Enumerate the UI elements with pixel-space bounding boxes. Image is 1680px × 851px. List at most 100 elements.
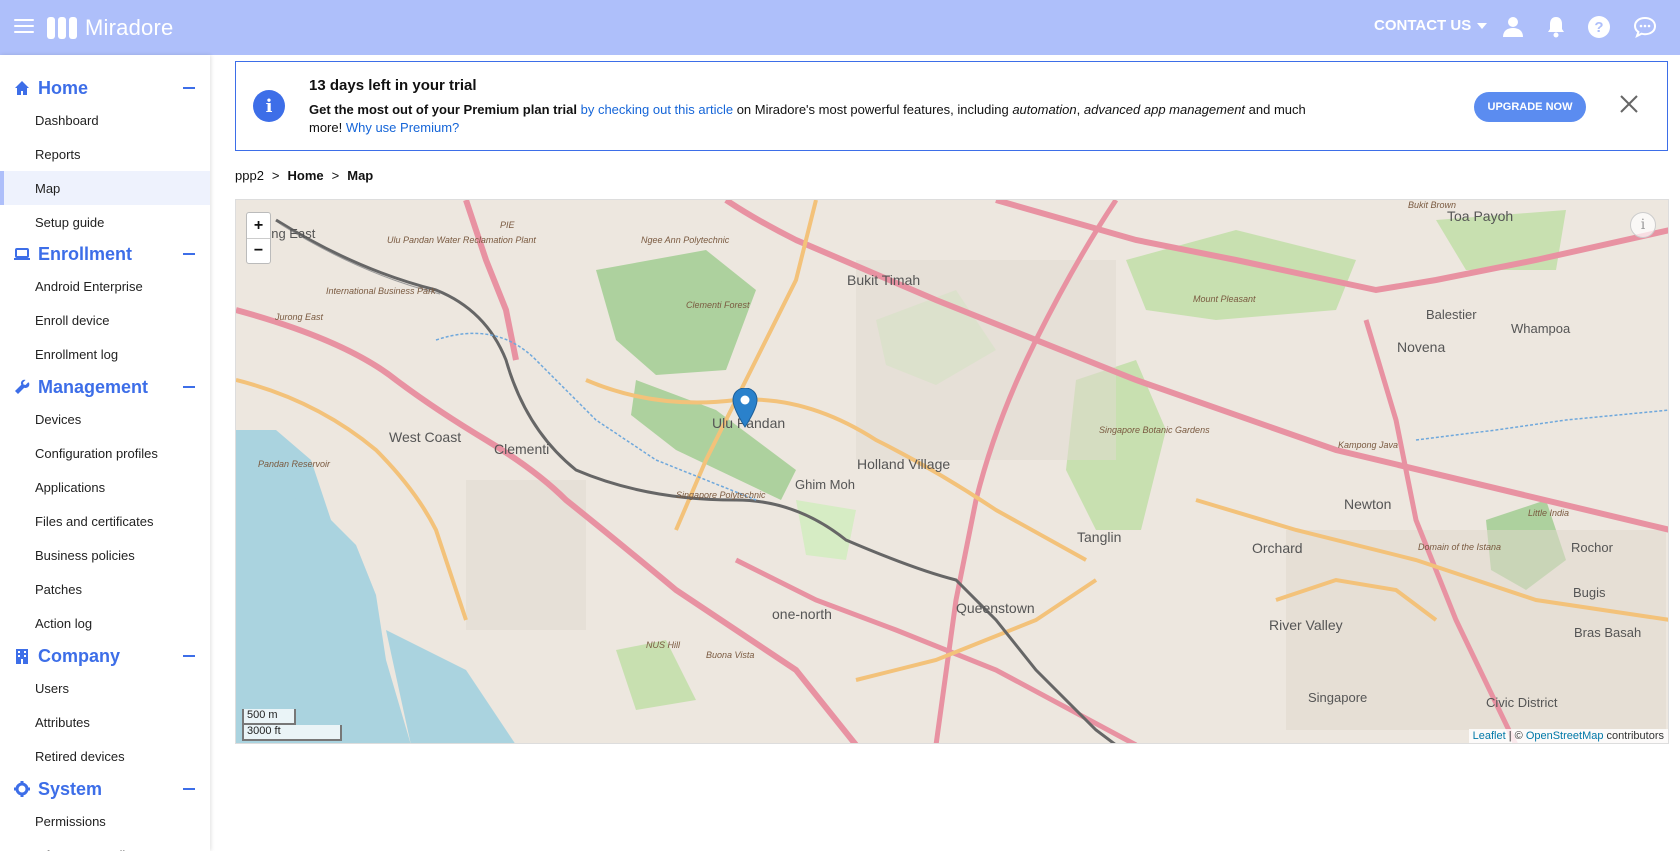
zoom-in-button[interactable]: + [247,213,270,238]
map-attribution: Leaflet | © OpenStreetMap contributors [1468,729,1668,743]
location-pin-icon[interactable] [732,388,758,428]
sidebar-section-system: System Permissions Infrastructure diagra… [0,774,210,851]
map-label: Kampong Java [1338,440,1399,450]
zoom-out-button[interactable]: − [247,238,270,263]
sidebar-item-android-enterprise[interactable]: Android Enterprise [0,269,210,303]
map-label: Queenstown [956,600,1035,616]
breadcrumb: ppp2 > Home > Map [235,168,373,183]
breadcrumb-home[interactable]: Home [288,168,324,183]
trial-banner: i 13 days left in your trial Get the mos… [235,61,1668,151]
sidebar-item-devices[interactable]: Devices [0,402,210,436]
upgrade-now-button[interactable]: UPGRADE NOW [1474,92,1586,122]
trial-text-em1: automation [1012,102,1077,117]
sidebar-item-applications[interactable]: Applications [0,470,210,504]
close-icon[interactable] [1619,94,1639,114]
why-premium-link[interactable]: Why use Premium? [346,120,459,135]
map-label: one-north [772,606,832,622]
map-label: Bukit Brown [1408,200,1457,210]
sidebar-item-files-and-certificates[interactable]: Files and certificates [0,504,210,538]
bell-icon[interactable] [1544,15,1568,39]
map-label: Tanglin [1077,529,1122,545]
map-label: Rochor [1571,540,1613,555]
sidebar-item-reports[interactable]: Reports [0,137,210,171]
contact-us-label: CONTACT US [1374,17,1472,34]
sidebar-item-patches[interactable]: Patches [0,572,210,606]
building-icon [16,649,28,664]
collapse-icon[interactable] [183,655,195,657]
leaflet-link[interactable]: Leaflet [1473,730,1506,742]
sidebar-heading-home[interactable]: Home [0,73,210,103]
map-label: Civic District [1486,695,1558,710]
user-icon[interactable] [1501,15,1525,39]
breadcrumb-current: Map [347,168,374,183]
help-icon[interactable]: ? [1587,15,1611,39]
sidebar-heading-label: System [38,778,103,799]
sidebar-section-company: Company Users Attributes Retired devices [0,641,210,773]
map-info-icon[interactable]: i [1630,212,1656,238]
sidebar-heading-management[interactable]: Management [0,372,210,402]
map-label: International Business Park [326,286,436,296]
contact-us-dropdown[interactable]: CONTACT US [1374,17,1488,34]
collapse-icon[interactable] [183,788,195,790]
gear-icon [14,781,30,797]
collapse-icon[interactable] [183,386,195,388]
sidebar-heading-enrollment[interactable]: Enrollment [0,239,210,269]
map-view[interactable]: Toa Payoh Bukit Timah Ulu Pandan Holland Vi… [235,199,1669,744]
sidebar-item-permissions[interactable]: Permissions [0,804,210,838]
svg-text:?: ? [1594,19,1603,36]
map-label: Pandan Reservoir [258,459,331,469]
map-tiles [236,200,1668,743]
sidebar-heading-label: Management [38,376,149,397]
home-icon [15,81,29,95]
logo-mark-icon [47,17,77,39]
collapse-icon[interactable] [183,87,195,89]
caret-down-icon [1477,22,1488,29]
sidebar-section-enrollment: Enrollment Android Enterprise Enroll dev… [0,239,210,371]
collapse-icon[interactable] [183,253,195,255]
scale-imperial: 3000 ft [242,725,342,741]
zoom-control: + − [246,212,271,264]
map-label: Bras Basah [1574,625,1642,640]
map-label: Newton [1344,496,1392,512]
menu-icon[interactable] [14,19,34,35]
attribution-end: contributors [1603,730,1664,742]
map-label: NUS Hill [646,640,681,650]
sidebar-item-map[interactable]: Map [0,171,210,205]
breadcrumb-separator: > [331,168,340,183]
sidebar-item-enroll-device[interactable]: Enroll device [0,303,210,337]
chat-icon[interactable] [1633,15,1657,39]
map-label: Balestier [1426,307,1477,322]
sidebar-item-infrastructure-diagram[interactable]: Infrastructure diagram [0,838,210,851]
attribution-separator: | © [1505,730,1526,742]
sidebar-item-retired-devices[interactable]: Retired devices [0,739,210,773]
map-label: ong East [264,226,316,241]
top-bar: Miradore CONTACT US ? [0,0,1680,55]
map-label: Little India [1528,508,1570,518]
map-label: Whampoa [1511,321,1571,336]
sidebar-item-configuration-profiles[interactable]: Configuration profiles [0,436,210,470]
sidebar-item-business-policies[interactable]: Business policies [0,538,210,572]
sidebar-item-setup-guide[interactable]: Setup guide [0,205,210,239]
article-link[interactable]: by checking out this article [581,102,733,117]
map-label: Orchard [1252,540,1303,556]
sidebar-item-attributes[interactable]: Attributes [0,705,210,739]
info-icon: i [253,90,285,122]
sidebar-heading-company[interactable]: Company [0,641,210,671]
sidebar-item-enrollment-log[interactable]: Enrollment log [0,337,210,371]
sidebar-item-users[interactable]: Users [0,671,210,705]
scale-metric: 500 m [242,709,296,725]
map-label: Ghim Moh [795,477,855,492]
sidebar-item-dashboard[interactable]: Dashboard [0,103,210,137]
sidebar-heading-system[interactable]: System [0,774,210,804]
logo[interactable]: Miradore [47,15,173,41]
breadcrumb-root[interactable]: ppp2 [235,168,264,183]
map-label: Ngee Ann Polytechnic [641,235,730,245]
laptop-icon [14,248,30,260]
openstreetmap-link[interactable]: OpenStreetMap [1526,730,1604,742]
trial-text-bold: Get the most out of your Premium plan tr… [309,102,577,117]
map-label: Jurong East [275,312,324,322]
map-label: Clementi Forest [686,300,750,310]
map-label: Ulu Pandan Water Reclamation Plant [387,235,536,245]
trial-text-sep: , [1076,102,1084,117]
sidebar-item-action-log[interactable]: Action log [0,606,210,640]
